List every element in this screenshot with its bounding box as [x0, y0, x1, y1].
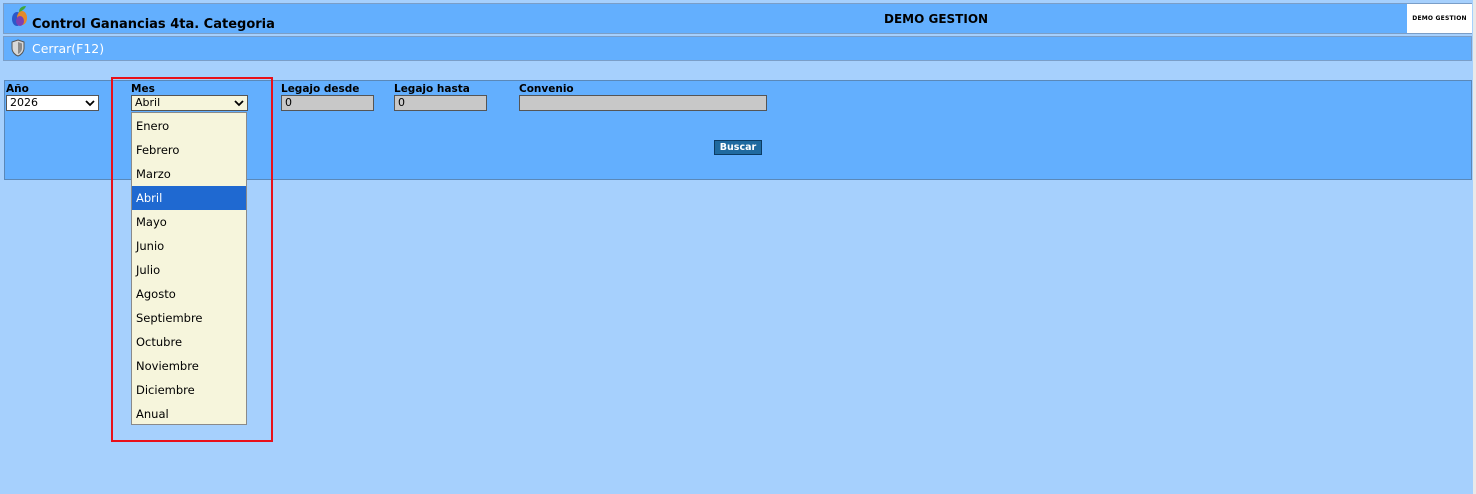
app-logo-icon: [12, 6, 27, 26]
chevron-down-icon: [234, 100, 244, 107]
convenio-input[interactable]: [519, 95, 767, 111]
month-option[interactable]: Diciembre: [132, 378, 246, 402]
month-value: Abril: [135, 96, 161, 109]
convenio-label: Convenio: [519, 83, 574, 95]
month-option[interactable]: Septiembre: [132, 306, 246, 330]
month-option[interactable]: Agosto: [132, 282, 246, 306]
month-select[interactable]: Abril: [131, 95, 248, 111]
shield-close-icon[interactable]: [10, 39, 26, 57]
legajo-hasta-label: Legajo hasta: [394, 83, 470, 95]
month-option[interactable]: Febrero: [132, 138, 246, 162]
month-option[interactable]: Enero: [132, 114, 246, 138]
close-button[interactable]: Cerrar(F12): [32, 41, 104, 56]
month-option[interactable]: Abril: [132, 186, 246, 210]
month-option[interactable]: Marzo: [132, 162, 246, 186]
month-option[interactable]: Noviembre: [132, 354, 246, 378]
month-option[interactable]: Junio: [132, 234, 246, 258]
legajo-hasta-input[interactable]: 0: [394, 95, 487, 111]
company-name: DEMO GESTION: [884, 12, 989, 26]
legajo-desde-input[interactable]: 0: [281, 95, 374, 111]
month-option[interactable]: Mayo: [132, 210, 246, 234]
year-label: Año: [6, 83, 29, 95]
app-title: Control Ganancias 4ta. Categoria: [32, 17, 275, 32]
month-option[interactable]: Julio: [132, 258, 246, 282]
legajo-desde-label: Legajo desde: [281, 83, 360, 95]
month-dropdown-list: Enero Febrero Marzo Abril Mayo Junio Julio Agos…: [131, 112, 247, 425]
chevron-down-icon: [85, 100, 95, 107]
year-select[interactable]: 2026: [6, 95, 99, 111]
month-option[interactable]: Anual: [132, 402, 246, 426]
company-logo: DEMO GESTION: [1407, 4, 1472, 33]
toolbar: Cerrar(F12): [3, 36, 1472, 61]
month-option[interactable]: Octubre: [132, 330, 246, 354]
search-button[interactable]: Buscar: [714, 140, 762, 155]
month-label: Mes: [131, 83, 155, 95]
title-bar: Control Ganancias 4ta. Categoria DEMO GE…: [3, 3, 1472, 34]
year-value: 2026: [10, 96, 38, 109]
